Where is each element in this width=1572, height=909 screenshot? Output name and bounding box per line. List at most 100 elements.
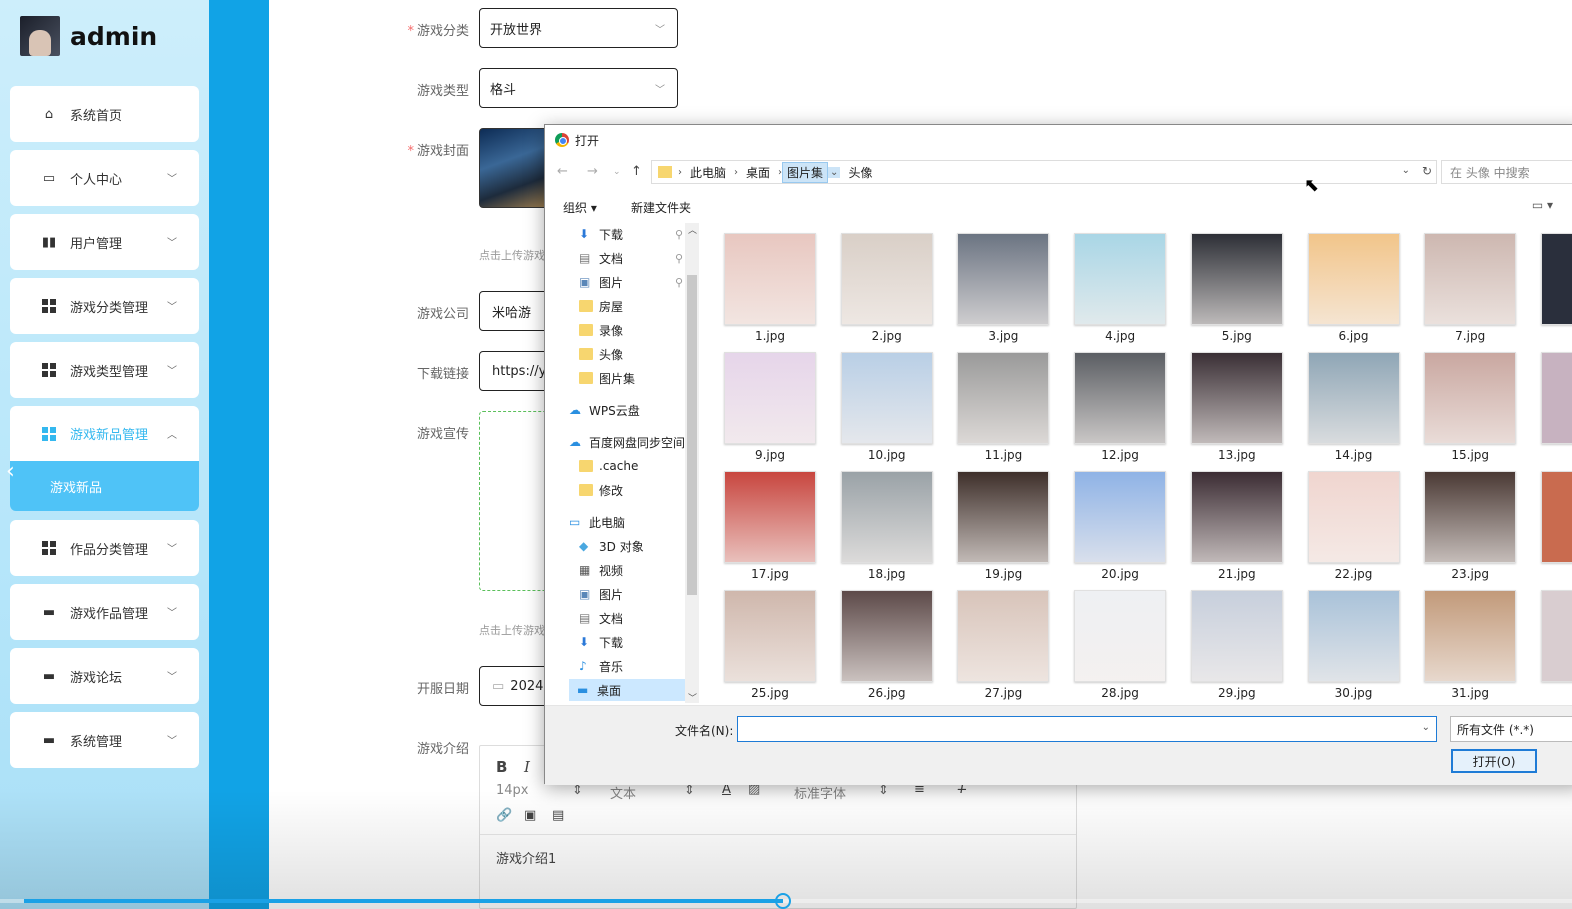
file-item[interactable]: 1.jpg: [720, 233, 820, 349]
download-icon: ⬇: [579, 227, 590, 241]
sidebar-item-game-type[interactable]: 游戏类型管理 ﹀: [10, 342, 199, 398]
chevron-down-icon[interactable]: ⌄: [1402, 165, 1410, 176]
text-style-select[interactable]: 文本: [610, 783, 636, 802]
file-item[interactable]: 19.jpg: [953, 471, 1053, 587]
file-item[interactable]: 7.jpg: [1420, 233, 1520, 349]
tree-item[interactable]: ◆ 3D 对象: [579, 535, 644, 557]
file-item[interactable]: 20.jpg: [1070, 471, 1170, 587]
file-item[interactable]: 27.jpg: [953, 590, 1053, 703]
file-item[interactable]: 10.jpg: [837, 352, 937, 468]
scroll-down-icon[interactable]: ﹀: [688, 691, 697, 704]
file-item[interactable]: 31.jpg: [1420, 590, 1520, 703]
recent-dropdown-icon[interactable]: ⌄: [613, 167, 621, 177]
tree-item[interactable]: 图片集: [579, 367, 635, 389]
file-item[interactable]: 5.jpg: [1187, 233, 1287, 349]
up-icon[interactable]: ↑: [631, 164, 642, 179]
category-select[interactable]: 开放世界 ﹀: [479, 8, 678, 48]
font-family-select[interactable]: 标准字体: [794, 783, 846, 802]
editor-content[interactable]: 游戏介绍1: [496, 848, 556, 867]
sidebar-item-system[interactable]: ▬ 系统管理 ﹀: [10, 712, 199, 768]
file-item[interactable]: 17.jpg: [720, 471, 820, 587]
tree-item[interactable]: 头像: [579, 343, 623, 365]
italic-button[interactable]: I: [524, 758, 530, 776]
tree-item[interactable]: 录像: [579, 319, 623, 341]
path-segment[interactable]: 头像: [840, 164, 880, 181]
video-progress-knob[interactable]: [775, 893, 791, 909]
tree-item[interactable]: ▬ 桌面: [569, 679, 685, 701]
file-item[interactable]: 30.jpg: [1304, 590, 1404, 703]
tree-item[interactable]: .cache: [579, 455, 638, 477]
organize-menu[interactable]: 组织 ▾: [563, 199, 597, 216]
refresh-icon[interactable]: ↻: [1422, 164, 1432, 178]
sidebar-item-game-category[interactable]: 游戏分类管理 ﹀: [10, 278, 199, 334]
path-dropdown-icon[interactable]: ⌄: [828, 166, 841, 178]
tree-item[interactable]: 房屋: [579, 295, 623, 317]
cover-image[interactable]: [479, 128, 549, 208]
tree-scrollbar-thumb[interactable]: [687, 275, 697, 595]
file-item[interactable]: 6.jpg: [1304, 233, 1404, 349]
sidebar-item-forum[interactable]: ▬ 游戏论坛 ﹀: [10, 648, 199, 704]
tree-item[interactable]: ▣ 图片 ⚲: [579, 271, 683, 293]
address-bar[interactable]: › 此电脑 › 桌面 › 图片集 ⌄ 头像 ⌄ ↻: [651, 160, 1437, 184]
tree-item[interactable]: ▤ 文档: [579, 607, 623, 629]
tree-item[interactable]: ▣ 图片: [579, 583, 623, 605]
file-item[interactable]: 29.jpg: [1187, 590, 1287, 703]
tree-item[interactable]: ▭ 此电脑: [569, 511, 625, 533]
path-segment[interactable]: 桌面: [738, 164, 778, 181]
open-button[interactable]: 打开(O): [1451, 749, 1537, 773]
file-item[interactable]: 26.jpg: [837, 590, 937, 703]
collapse-sidebar-icon[interactable]: ‹: [6, 459, 15, 484]
file-item[interactable]: 25.jpg: [720, 590, 820, 703]
promo-upload[interactable]: [479, 411, 549, 591]
file-item[interactable]: 22.jpg: [1304, 471, 1404, 587]
sidebar-item-profile[interactable]: ▭ 个人中心 ﹀: [10, 150, 199, 206]
view-icon[interactable]: ▭ ▾: [1532, 198, 1553, 212]
filetype-select[interactable]: 所有文件 (*.*): [1450, 716, 1572, 742]
file-item[interactable]: 2.jpg: [837, 233, 937, 349]
sidebar-item-home[interactable]: ⌂ 系统首页: [10, 86, 199, 142]
bold-button[interactable]: B: [496, 758, 507, 776]
scroll-up-icon[interactable]: ︿: [688, 223, 697, 236]
file-item[interactable]: 11.jpg: [953, 352, 1053, 468]
back-icon[interactable]: ←: [557, 164, 568, 179]
tree-item[interactable]: ⬇ 下载: [579, 631, 623, 653]
video-icon[interactable]: ▤: [552, 808, 564, 823]
path-segment[interactable]: 此电脑: [682, 164, 734, 181]
chevron-down-icon[interactable]: ⌄: [1422, 722, 1430, 733]
tree-item[interactable]: ☁ 百度网盘同步空间: [569, 431, 685, 453]
file-item[interactable]: 23.jpg: [1420, 471, 1520, 587]
tree-item[interactable]: ▤ 文档 ⚲: [579, 247, 683, 269]
type-select[interactable]: 格斗 ﹀: [479, 68, 678, 108]
tree-item[interactable]: ♪ 音乐: [579, 655, 623, 677]
file-item[interactable]: 28.jpg: [1070, 590, 1170, 703]
sidebar-subitem-new-games[interactable]: 游戏新品: [10, 461, 199, 511]
image-icon[interactable]: ▣: [524, 808, 536, 823]
file-item[interactable]: 18.jpg: [837, 471, 937, 587]
file-item[interactable]: 14.jpg: [1304, 352, 1404, 468]
file-item[interactable]: 13.jpg: [1187, 352, 1287, 468]
filename-input[interactable]: ⌄: [737, 716, 1437, 742]
fontsize-select[interactable]: 14px: [496, 783, 529, 798]
new-folder-button[interactable]: 新建文件夹: [631, 199, 691, 216]
sidebar-item-new-games[interactable]: 游戏新品管理 ︿: [10, 406, 199, 461]
forward-icon[interactable]: →: [587, 164, 598, 179]
file-item[interactable]: 4.jpg: [1070, 233, 1170, 349]
sidebar-item-game-works[interactable]: ▬ 游戏作品管理 ﹀: [10, 584, 199, 640]
tree-item[interactable]: 修改: [579, 479, 623, 501]
file-item[interactable]: 15.jpg: [1420, 352, 1520, 468]
sidebar-item-work-category[interactable]: 作品分类管理 ﹀: [10, 520, 199, 576]
sidebar-item-users[interactable]: ▮▮ 用户管理 ﹀: [10, 214, 199, 270]
file-item[interactable]: 9.jpg: [720, 352, 820, 468]
tree-item[interactable]: ☁ WPS云盘: [569, 399, 640, 421]
tree-item[interactable]: ▦ 视频: [579, 559, 623, 581]
link-input[interactable]: https://ys: [479, 351, 549, 391]
file-item[interactable]: 21.jpg: [1187, 471, 1287, 587]
file-item[interactable]: 3.jpg: [953, 233, 1053, 349]
link-icon[interactable]: 🔗: [496, 808, 512, 823]
search-input[interactable]: 在 头像 中搜索: [1441, 160, 1572, 184]
file-item[interactable]: 12.jpg: [1070, 352, 1170, 468]
tree-item[interactable]: ⬇ 下载 ⚲: [579, 223, 683, 245]
date-input[interactable]: ▭ 2024: [479, 666, 549, 706]
path-segment[interactable]: 图片集: [782, 161, 829, 183]
company-input[interactable]: 米哈游: [479, 291, 549, 331]
